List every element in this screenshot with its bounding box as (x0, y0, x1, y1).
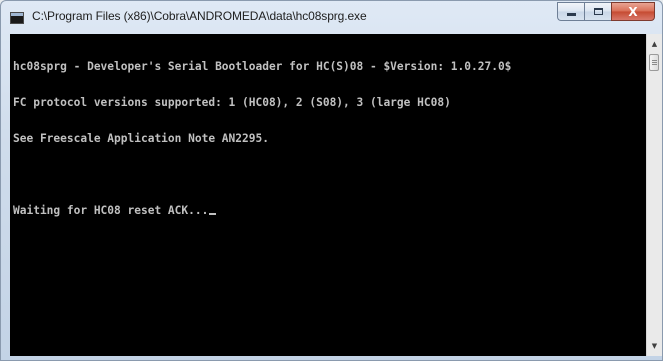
console-line: hc08sprg - Developer's Serial Bootloader… (13, 60, 512, 73)
console-window: C:\Program Files (x86)\Cobra\ANDROMEDA\d… (0, 0, 663, 361)
minimize-icon (566, 13, 576, 16)
grip-line (652, 62, 657, 63)
console-line: See Freescale Application Note AN2295. (13, 132, 269, 145)
close-button[interactable]: X (611, 2, 655, 21)
window-title: C:\Program Files (x86)\Cobra\ANDROMEDA\d… (32, 9, 367, 23)
grip-line (652, 60, 657, 61)
window-bottom-border (1, 354, 662, 360)
console-line-prompt: Waiting for HC08 reset ACK... (13, 205, 511, 217)
text-cursor (209, 213, 217, 215)
scroll-down-arrow-icon[interactable]: ▼ (647, 338, 662, 354)
vertical-scrollbar[interactable]: ▲ ▼ (646, 34, 662, 356)
maximize-button[interactable] (584, 2, 611, 21)
caption-buttons: X (557, 2, 655, 22)
scroll-up-arrow-icon[interactable]: ▲ (647, 36, 662, 52)
console-output[interactable]: hc08sprg - Developer's Serial Bootloader… (10, 34, 646, 356)
console-status-text: Waiting for HC08 reset ACK... (13, 204, 209, 217)
scrollbar-thumb[interactable] (649, 54, 659, 71)
close-icon: X (628, 4, 638, 19)
console-line: FC protocol versions supported: 1 (HC08)… (13, 96, 451, 109)
maximize-icon (593, 8, 603, 15)
grip-line (652, 64, 657, 65)
minimize-button[interactable] (557, 2, 584, 21)
console-window-icon[interactable] (10, 12, 24, 24)
console-text: hc08sprg - Developer's Serial Bootloader… (13, 37, 511, 241)
title-bar[interactable]: C:\Program Files (x86)\Cobra\ANDROMEDA\d… (1, 1, 662, 33)
